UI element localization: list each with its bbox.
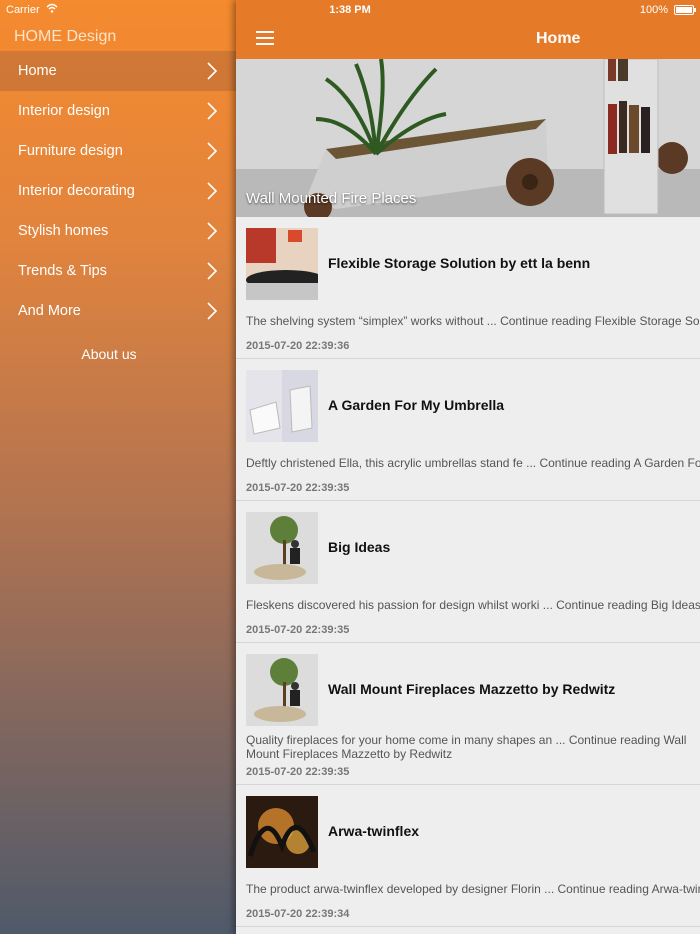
sidebar-item-and-more[interactable]: And More <box>0 291 236 331</box>
article-excerpt: Deftly christened Ella, this acrylic umb… <box>246 456 700 470</box>
article-title: Wall Mount Fireplaces Mazzetto by Redwit… <box>328 681 616 697</box>
sidebar-item-label: And More <box>18 303 81 319</box>
sidebar-item-interior-decorating[interactable]: Interior decorating <box>0 171 236 211</box>
featured-article-banner[interactable]: Wall Mounted Fire Places <box>236 59 700 217</box>
article-date: 2015-07-20 22:39:35 <box>246 766 350 778</box>
sidebar-item-label: Home <box>18 63 57 79</box>
battery-icon <box>674 5 696 15</box>
sidebar-item-interior-design[interactable]: Interior design <box>0 91 236 131</box>
article-excerpt: The shelving system “simplex” works with… <box>246 314 700 328</box>
chevron-right-icon <box>207 302 218 320</box>
chevron-right-icon <box>207 182 218 200</box>
chevron-right-icon <box>207 222 218 240</box>
battery-percentage: 100% <box>639 4 668 16</box>
article-title: Big Ideas <box>328 539 391 555</box>
main-panel: Home Wall Mounted Fire Places Flexible S… <box>236 0 700 934</box>
sidebar-item-stylish-homes[interactable]: Stylish homes <box>0 211 236 251</box>
chevron-right-icon <box>207 62 218 80</box>
article-title: Arwa-twinflex <box>328 823 420 839</box>
article-title: A Garden For My Umbrella <box>328 397 505 413</box>
article-thumbnail <box>246 370 318 442</box>
article-date: 2015-07-20 22:39:34 <box>246 908 350 920</box>
article-date: 2015-07-20 22:39:36 <box>246 340 350 352</box>
article-thumbnail <box>246 228 318 300</box>
chevron-right-icon <box>207 262 218 280</box>
article-thumbnail <box>246 796 318 868</box>
article-title: Flexible Storage Solution by ett la benn <box>328 255 591 271</box>
about-us-link[interactable]: About us <box>0 346 218 362</box>
featured-article-title: Wall Mounted Fire Places <box>246 190 417 207</box>
page-title: Home <box>536 30 581 47</box>
list-item[interactable]: Big Ideas Fleskens discovered his passio… <box>236 501 700 643</box>
app-title: HOME Design <box>14 28 117 45</box>
chevron-right-icon <box>207 142 218 160</box>
list-item[interactable]: Arwa-twinflex The product arwa-twinflex … <box>236 785 700 927</box>
article-excerpt: Fleskens discovered his passion for desi… <box>246 598 700 612</box>
sidebar-item-label: Interior design <box>18 103 110 119</box>
article-thumbnail <box>246 512 318 584</box>
list-item[interactable]: A Garden For My Umbrella Deftly christen… <box>236 359 700 501</box>
side-menu-list: Home Interior design Furniture design In… <box>0 51 236 331</box>
sidebar-item-trends-tips[interactable]: Trends & Tips <box>0 251 236 291</box>
sidebar-item-label: Interior decorating <box>18 183 135 199</box>
article-date: 2015-07-20 22:39:35 <box>246 624 350 636</box>
sidebar-item-label: Furniture design <box>18 143 123 159</box>
article-excerpt: Quality fireplaces for your home come in… <box>246 733 687 761</box>
clock: 1:38 PM <box>329 4 371 16</box>
side-menu: HOME Design Home Interior design Furnitu… <box>0 0 236 934</box>
chevron-right-icon <box>207 102 218 120</box>
list-item[interactable]: Wall Mount Fireplaces Mazzetto by Redwit… <box>236 643 700 785</box>
article-date: 2015-07-20 22:39:35 <box>246 482 350 494</box>
status-bar: Carrier 1:38 PM 100% <box>0 0 700 20</box>
sidebar-item-label: Trends & Tips <box>18 263 107 279</box>
sidebar-item-furniture-design[interactable]: Furniture design <box>0 131 236 171</box>
hamburger-menu-icon[interactable] <box>256 31 274 45</box>
article-list: Flexible Storage Solution by ett la benn… <box>236 217 700 927</box>
article-excerpt: The product arwa-twinflex developed by d… <box>246 882 700 896</box>
sidebar-item-label: Stylish homes <box>18 223 109 239</box>
list-item[interactable]: Flexible Storage Solution by ett la benn… <box>236 217 700 359</box>
article-thumbnail <box>246 654 318 726</box>
sidebar-item-home[interactable]: Home <box>0 51 236 91</box>
